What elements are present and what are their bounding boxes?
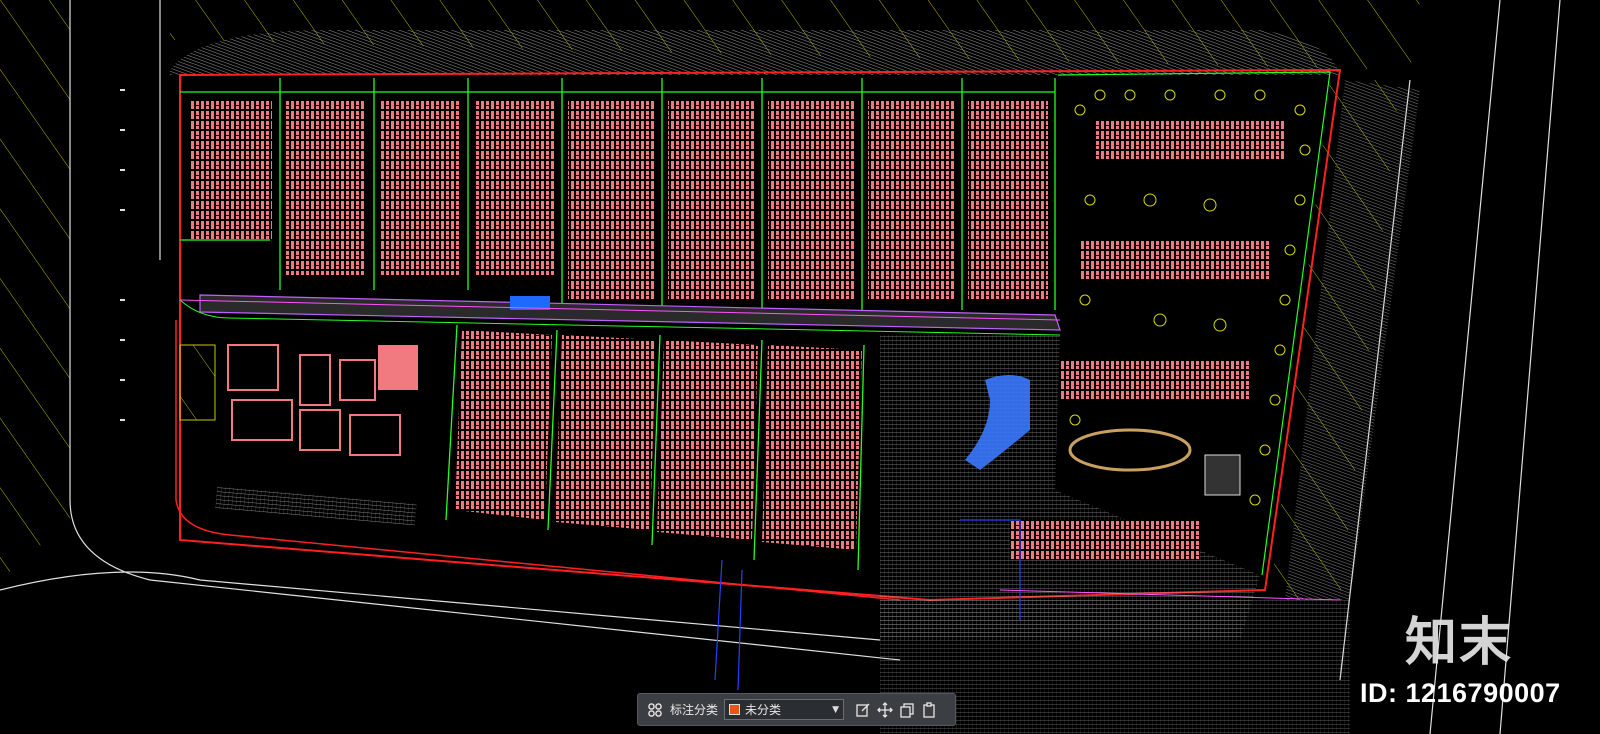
category-color-swatch	[729, 704, 741, 715]
cad-drawing-canvas[interactable]	[0, 0, 1600, 734]
watermark-logo: 知末	[1405, 613, 1514, 673]
watermark-id: ID: 1216790007	[1360, 678, 1561, 708]
garden-path	[1068, 428, 1192, 472]
edit-icon[interactable]	[852, 699, 874, 721]
annotation-category-label: 标注分类	[670, 703, 719, 717]
left-hatched-parcel	[0, 0, 70, 580]
internal-road	[199, 294, 1061, 331]
category-select[interactable]: 未分类 ▼	[724, 699, 845, 720]
road-dash-marks	[120, 89, 125, 421]
right-pavilion	[1204, 454, 1241, 496]
chevron-down-icon: ▼	[832, 704, 840, 715]
category-select-value: 未分类	[745, 703, 782, 717]
clubhouse-area	[227, 344, 418, 456]
upper-building-row	[190, 100, 1048, 300]
yellow-landscape-strip	[179, 344, 216, 421]
annotation-toolbar: 标注分类 未分类 ▼	[637, 693, 956, 726]
categories-icon[interactable]	[644, 699, 666, 721]
top-road-band	[170, 30, 1340, 75]
move-icon[interactable]	[874, 699, 896, 721]
paste-icon[interactable]	[918, 699, 940, 721]
parking-strip	[215, 486, 417, 526]
copy-icon[interactable]	[896, 699, 918, 721]
